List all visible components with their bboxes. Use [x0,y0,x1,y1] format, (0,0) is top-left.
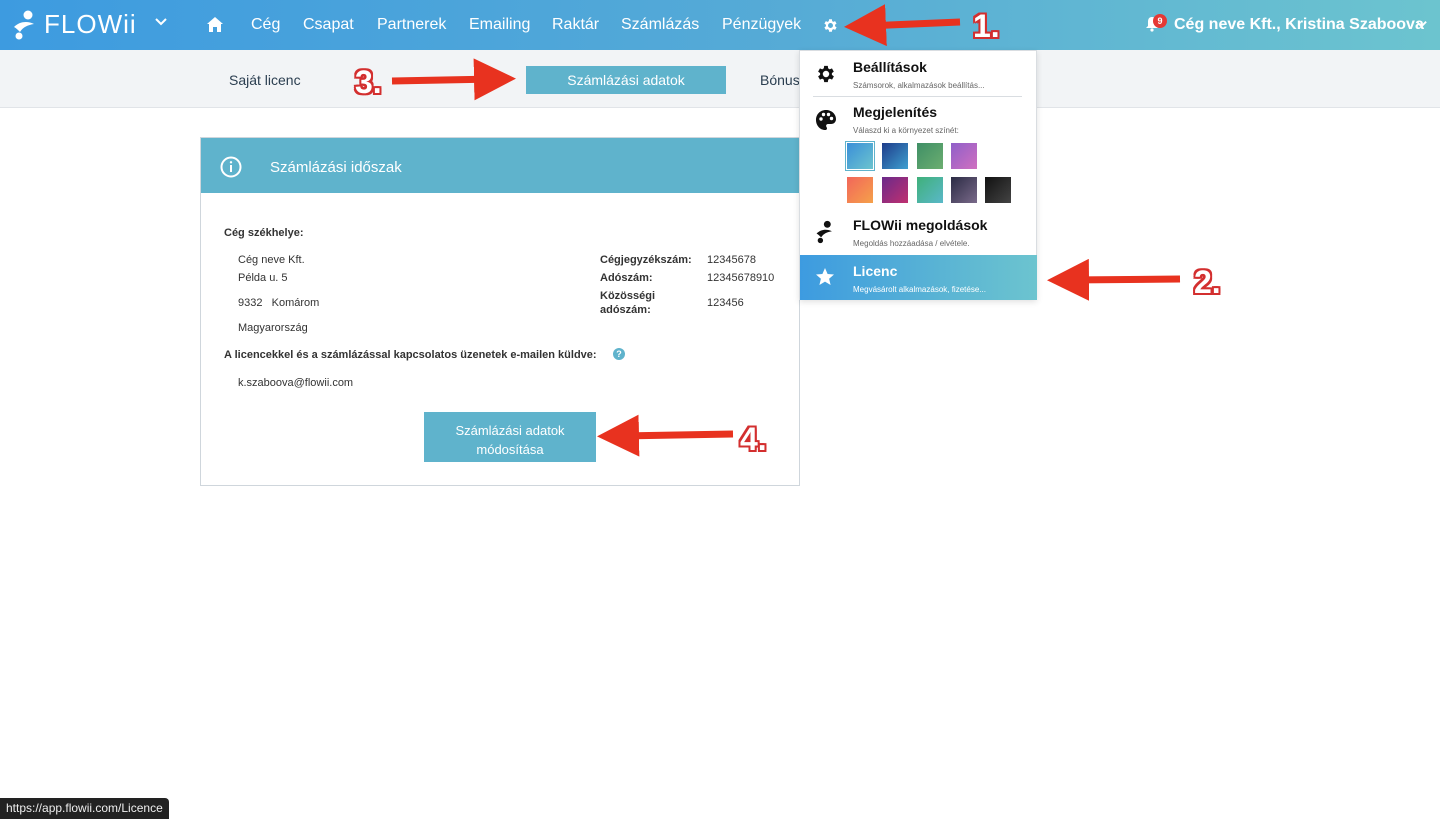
color-swatch[interactable] [985,177,1011,203]
address-line: Cég neve Kft. [238,254,305,266]
color-swatch[interactable] [917,177,943,203]
card-title: Számlázási időszak [270,159,402,176]
edit-billing-details-button[interactable]: Számlázási adatok módosítása [424,412,596,462]
top-navigation-bar: FLOWii Cég Csapat Partnerek Emailing Rak… [0,0,1440,50]
color-swatch[interactable] [951,143,977,169]
color-swatch[interactable] [847,177,873,203]
menu-item-licence[interactable]: Licenc Megvásárolt alkalmazások, fizetés… [800,255,1037,300]
address-line: Példa u. 5 [238,272,288,284]
menu-item-title: FLOWii megoldások [853,217,988,233]
nav-raktar[interactable]: Raktár [552,16,599,34]
menu-item-subtitle: Számsorok, alkalmazások beállítás... [853,81,985,90]
gear-icon [818,65,834,83]
annotation-arrow-2 [1047,258,1181,301]
palette-icon [816,110,836,130]
nav-penzugyek[interactable]: Pénzügyek [722,16,801,34]
settings-dropdown-menu: Beállítások Számsorok, alkalmazások beál… [799,50,1037,300]
nav-partnerek[interactable]: Partnerek [377,16,446,34]
menu-item-subtitle: Megvásárolt alkalmazások, fizetése... [853,285,986,294]
flowii-logo-icon [14,10,34,39]
edit-button-label: módosítása [476,442,544,457]
menu-item-subtitle: Válaszd ki a környezet színét: [853,126,959,135]
annotation-step-1: 1. [973,8,1000,44]
home-icon[interactable] [206,16,224,33]
color-swatch[interactable] [882,143,908,169]
tab-bonus[interactable]: Bónus [760,72,800,88]
notification-email: k.szaboova@flowii.com [238,377,354,389]
address-line: Magyarország [238,322,308,334]
info-icon [220,156,242,178]
user-account-name[interactable]: Cég neve Kft., Kristina Szaboova [1174,16,1424,34]
eu-tax-value: 123456 [707,297,744,309]
eu-tax-label: Közösségi [600,290,656,302]
nav-csapat[interactable]: Csapat [303,16,354,34]
menu-item-flowii-solutions[interactable]: FLOWii megoldások Megoldás hozzáadása / … [800,209,1036,255]
sub-navigation: Saját licenc Számlázási adatok Bónus [0,50,1440,108]
annotation-step-4: 4. [740,421,767,457]
gear-icon[interactable] [822,17,839,34]
menu-item-title: Licenc [853,263,898,279]
menu-item-appearance: Megjelenítés Válaszd ki a környezet szín… [800,97,1036,207]
link-url-status-bar: https://app.flowii.com/Licence [0,798,169,819]
company-seat-label: Cég székhelye: [224,227,304,239]
menu-item-settings[interactable]: Beállítások Számsorok, alkalmazások beál… [800,51,1036,97]
annotation-step-3: 3. [355,64,382,100]
tax-number-value: 12345678910 [707,272,775,284]
email-notice-label: A licencekkel és a számlázással kapcsola… [224,349,597,361]
registry-value: 12345678 [707,254,756,266]
notification-badge: 9 [1153,14,1167,28]
color-swatch[interactable] [847,143,873,169]
menu-item-title: Megjelenítés [853,104,938,120]
annotation-step-2: 2. [1194,264,1221,300]
help-icon[interactable]: ? [613,348,625,360]
tab-szamlazasi-adatok[interactable]: Számlázási adatok [526,66,726,94]
menu-item-title: Beállítások [853,59,927,75]
color-swatch[interactable] [917,143,943,169]
eu-tax-label: adószám: [600,304,651,316]
color-swatch[interactable] [951,177,977,203]
logo-text: FLOWii [44,9,137,39]
billing-details-card: Számlázási időszak Cég székhelye: Cég ne… [200,137,800,486]
tab-sajat-licenc[interactable]: Saját licenc [229,72,301,88]
color-swatch[interactable] [882,177,908,203]
nav-emailing[interactable]: Emailing [469,16,530,34]
card-header: Számlázási időszak [201,138,799,193]
menu-item-subtitle: Megoldás hozzáadása / elvétele. [853,239,970,248]
address-line: 9332 Komárom [238,297,320,309]
flowii-logo-icon [816,220,832,244]
flowii-logo[interactable]: FLOWii [12,9,137,40]
registry-label: Cégjegyzékszám: [600,254,692,266]
chevron-down-icon[interactable] [1415,18,1428,31]
chevron-down-icon[interactable] [154,15,168,29]
nav-szamlazas[interactable]: Számlázás [621,16,699,34]
tax-number-label: Adószám: [600,272,653,284]
star-icon [816,268,834,285]
edit-button-label: Számlázási adatok [455,423,565,438]
nav-ceg[interactable]: Cég [251,16,280,34]
